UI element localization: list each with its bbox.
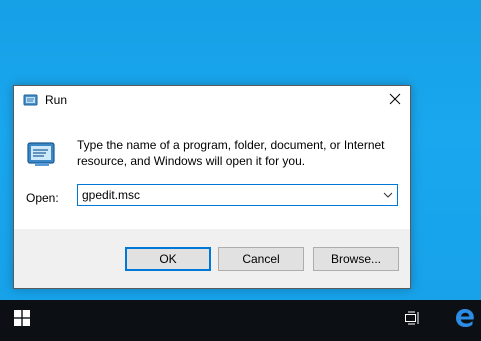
dialog-description: Type the name of a program, folder, docu… [77,138,385,168]
ok-button[interactable]: OK [125,247,211,271]
open-combobox[interactable] [77,184,398,206]
dialog-content: Type the name of a program, folder, docu… [14,116,410,229]
dialog-titlebar[interactable]: Run [14,86,410,116]
windows-start-icon [14,310,30,331]
dialog-title: Run [45,93,68,107]
chevron-down-icon[interactable] [379,185,397,205]
open-input[interactable] [82,185,372,205]
close-icon [389,92,401,110]
start-button[interactable] [0,300,44,341]
run-icon [26,138,58,170]
edge-icon [454,307,476,334]
task-view-button[interactable] [398,300,428,341]
cancel-button[interactable]: Cancel [218,247,304,271]
browse-button[interactable]: Browse... [313,247,399,271]
run-icon [23,93,39,107]
task-view-icon [405,311,421,330]
open-label: Open: [26,191,59,205]
taskbar [0,300,481,341]
run-dialog: Run Type the name of a program, folder, … [13,85,411,289]
edge-browser-button[interactable] [448,300,481,341]
close-button[interactable] [380,86,410,116]
